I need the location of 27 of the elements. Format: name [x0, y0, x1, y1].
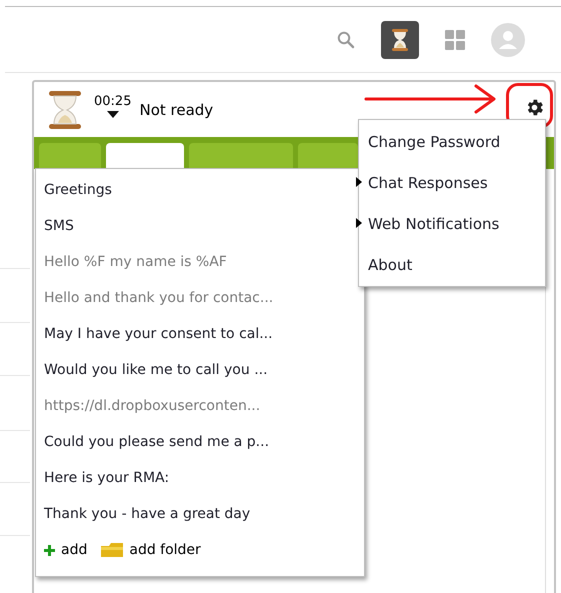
timer-text: 00:25 — [94, 95, 132, 109]
tab[interactable] — [106, 143, 184, 169]
avatar-button[interactable] — [491, 20, 525, 58]
grid-icon — [445, 30, 465, 50]
plus-icon — [44, 544, 55, 556]
response-item[interactable]: May I have your consent to cal... — [36, 316, 364, 352]
caret-icon[interactable] — [106, 111, 119, 118]
response-item[interactable]: Thank you - have a great day — [36, 496, 364, 532]
add-button[interactable]: add — [44, 540, 88, 560]
response-item[interactable]: Here is your RMA: — [36, 460, 364, 496]
tab[interactable] — [39, 143, 101, 169]
menu-item[interactable]: Web Notifications — [359, 204, 545, 245]
status-label[interactable]: Not ready — [139, 99, 214, 122]
response-item[interactable]: https://dl.dropboxuserconten... — [36, 388, 364, 424]
add-folder-button[interactable]: add folder — [101, 540, 201, 560]
folder-icon — [101, 543, 124, 557]
search-icon — [337, 30, 355, 48]
tab[interactable] — [298, 143, 358, 169]
hourglass-icon — [48, 90, 82, 130]
response-item[interactable]: Would you like me to call you ... — [36, 352, 364, 388]
hourglass-icon — [392, 28, 408, 50]
tab[interactable] — [189, 143, 293, 169]
menu-item[interactable]: Chat Responses — [359, 163, 545, 204]
hourglass-button[interactable] — [381, 20, 419, 58]
avatar-icon — [491, 22, 525, 56]
response-item[interactable]: Could you please send me a p... — [36, 424, 364, 460]
menu-item[interactable]: Change Password — [359, 122, 545, 163]
